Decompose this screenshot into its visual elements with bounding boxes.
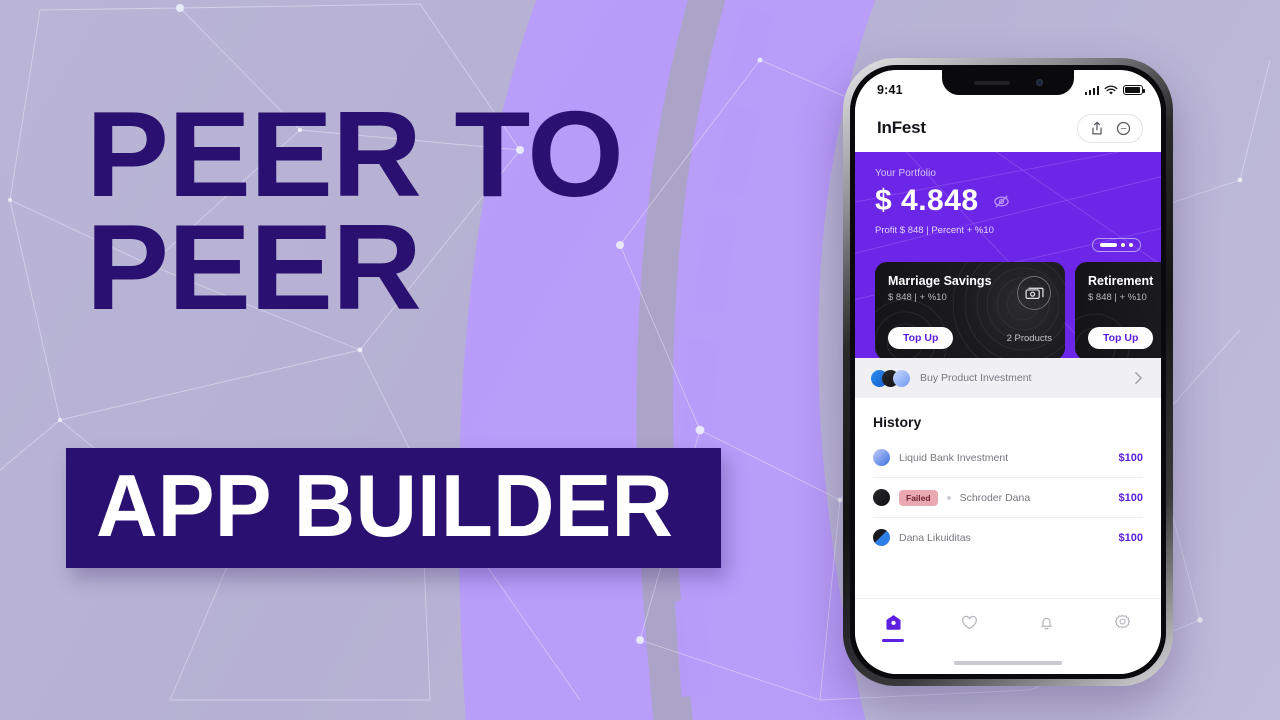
battery-icon: [1123, 85, 1145, 95]
app-header: InFest: [855, 104, 1161, 152]
phone-mockup: 9:41 InFest Your Portfolio $ 4.848 Profi…: [843, 58, 1173, 686]
savings-card-stats: $ 848 | + %10: [1088, 292, 1147, 303]
headline-line-1: PEER TO: [86, 86, 624, 222]
history-row[interactable]: Liquid Bank Investment $100: [873, 438, 1143, 478]
portfolio-card: Your Portfolio $ 4.848 Profit $ 848 | Pe…: [855, 152, 1161, 358]
savings-card-footer: Top Up 2 Products: [888, 327, 1052, 349]
portfolio-subtitle: Profit $ 848 | Percent + %10: [875, 225, 994, 236]
share-icon[interactable]: [1087, 119, 1106, 138]
front-camera-icon: [1035, 79, 1043, 86]
circle-more-icon[interactable]: [1114, 119, 1133, 138]
status-time: 9:41: [877, 83, 903, 97]
home-icon: [886, 615, 901, 630]
headline-line-2: PEER: [86, 199, 422, 336]
page-title: PEER TO PEER: [86, 86, 624, 336]
chevron-right-icon: [1135, 372, 1142, 384]
history-row-name: Liquid Bank Investment: [899, 451, 1009, 464]
status-icons: [1084, 85, 1145, 96]
nav-item-settings[interactable]: [1099, 613, 1147, 642]
savings-card-count: 2 Products: [1006, 332, 1052, 344]
heart-icon: [962, 615, 978, 630]
app-title: InFest: [877, 118, 926, 137]
savings-card-title: Retirement: [1088, 274, 1154, 288]
history-row-amount: $100: [1118, 531, 1143, 544]
history-title: History: [873, 414, 922, 430]
bell-icon: [1041, 617, 1052, 630]
app-builder-banner: APP BUILDER: [66, 448, 721, 568]
separator-dot: [946, 495, 951, 500]
phone-screen: 9:41 InFest Your Portfolio $ 4.848 Profi…: [855, 70, 1161, 674]
history-row-name: Schroder Dana: [959, 491, 1031, 504]
pager-dot: [1129, 243, 1133, 247]
banner-label: APP BUILDER: [96, 456, 674, 555]
top-up-button[interactable]: Top Up: [1088, 327, 1154, 349]
buy-product-label: Buy Product Investment: [920, 372, 1032, 384]
top-up-button[interactable]: Top Up: [888, 327, 954, 349]
savings-card-carousel: Marriage Savings $ 848 | + %10 Top Up 2 …: [875, 262, 1161, 358]
pager-dot: [1121, 243, 1125, 247]
earpiece-speaker: [973, 80, 1010, 85]
avatar: [893, 369, 910, 387]
phone-bezel: 9:41 InFest Your Portfolio $ 4.848 Profi…: [850, 65, 1166, 679]
nav-active-indicator: [1035, 639, 1057, 642]
nav-item-notifications[interactable]: [1022, 613, 1070, 642]
portfolio-label: Your Portfolio: [875, 168, 937, 179]
nav-item-home[interactable]: [869, 613, 917, 642]
buy-product-row[interactable]: Buy Product Investment: [855, 358, 1161, 398]
history-row-amount: $100: [1118, 451, 1143, 464]
portfolio-amount: $ 4.848: [875, 184, 979, 217]
wifi-icon: [1104, 85, 1118, 95]
dana-icon: [873, 529, 890, 546]
history-row-amount: $100: [1118, 491, 1143, 504]
bottom-navigation: [855, 598, 1161, 674]
nav-item-favorites[interactable]: [946, 613, 994, 642]
savings-card[interactable]: Marriage Savings $ 848 | + %10 Top Up 2 …: [875, 262, 1065, 358]
pager-active: [1100, 243, 1117, 247]
carousel-pager[interactable]: [1092, 238, 1141, 252]
header-actions: [1077, 113, 1143, 143]
history-section: History Liquid Bank Investment $100 Fail…: [855, 398, 1161, 557]
gear-icon: [1115, 614, 1131, 629]
cellular-signal-icon: [1084, 85, 1099, 95]
nav-active-indicator: [959, 639, 981, 642]
home-indicator: [954, 661, 1062, 665]
nav-active-indicator: [882, 639, 905, 642]
liquid-bank-icon: [873, 449, 890, 466]
portfolio-amount-row: $ 4.848: [875, 184, 1141, 218]
savings-card[interactable]: Retirement $ 848 | + %10 Top Up: [1075, 262, 1161, 358]
savings-card-footer: Top Up: [1088, 327, 1161, 349]
nav-active-indicator: [1112, 639, 1134, 642]
history-row[interactable]: Failed Schroder Dana $100: [873, 478, 1143, 518]
history-row-name: Dana Likuiditas: [899, 531, 971, 544]
status-badge: Failed: [899, 489, 938, 506]
product-avatars: [871, 369, 910, 387]
banknotes-icon: [1017, 276, 1051, 310]
schroder-icon: [873, 489, 890, 506]
history-row[interactable]: Dana Likuiditas $100: [873, 518, 1143, 557]
phone-notch: [942, 70, 1074, 95]
eye-off-icon[interactable]: [993, 193, 1010, 210]
